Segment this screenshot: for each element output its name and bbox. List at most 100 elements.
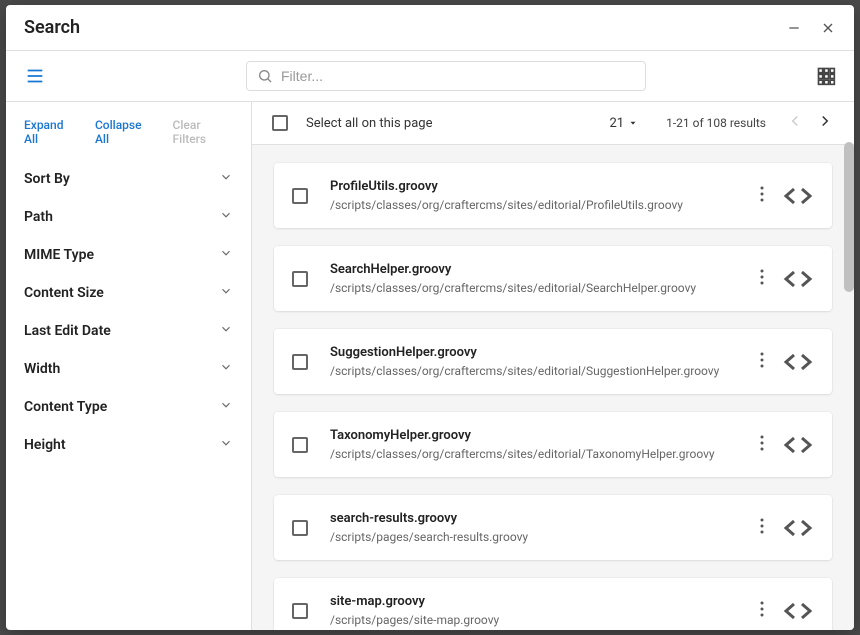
- toolbar: [6, 51, 854, 102]
- code-icon: [782, 518, 814, 538]
- code-view-button[interactable]: [782, 352, 814, 372]
- grid-icon: [816, 66, 836, 86]
- result-text: site-map.groovy /scripts/pages/site-map.…: [330, 594, 748, 627]
- result-actions: [760, 269, 814, 289]
- result-text: search-results.groovy /scripts/pages/sea…: [330, 511, 748, 544]
- page-size-selector[interactable]: 21: [609, 116, 638, 131]
- code-view-button[interactable]: [782, 601, 814, 621]
- filter-content-size[interactable]: Content Size: [6, 274, 251, 312]
- result-name: SuggestionHelper.groovy: [330, 345, 748, 360]
- code-icon: [782, 601, 814, 621]
- scrollbar[interactable]: [844, 142, 854, 292]
- filter-box[interactable]: [246, 61, 646, 91]
- chevron-down-icon: [219, 398, 233, 416]
- result-name: TaxonomyHelper.groovy: [330, 428, 748, 443]
- chevron-right-icon: [816, 112, 834, 130]
- kebab-icon: [760, 435, 764, 451]
- filter-path[interactable]: Path: [6, 198, 251, 236]
- dialog-body: Expand All Collapse All Clear Filters So…: [6, 102, 854, 630]
- main-panel: Select all on this page 21 1-21 of 108 r…: [252, 102, 854, 630]
- sidebar: Expand All Collapse All Clear Filters So…: [6, 102, 252, 630]
- code-view-button[interactable]: [782, 186, 814, 206]
- results-header: Select all on this page 21 1-21 of 108 r…: [252, 102, 854, 145]
- caret-down-icon: [628, 118, 638, 128]
- filter-height[interactable]: Height: [6, 426, 251, 464]
- filter-label: Path: [24, 209, 53, 225]
- result-path: /scripts/pages/search-results.groovy: [330, 530, 748, 544]
- result-path: /scripts/classes/org/craftercms/sites/ed…: [330, 364, 748, 378]
- menu-button[interactable]: [24, 65, 46, 87]
- kebab-icon: [760, 352, 764, 368]
- kebab-icon: [760, 601, 764, 617]
- code-icon: [782, 186, 814, 206]
- more-actions-button[interactable]: [760, 186, 764, 206]
- kebab-icon: [760, 186, 764, 202]
- collapse-all-link[interactable]: Collapse All: [95, 118, 155, 146]
- kebab-icon: [760, 269, 764, 285]
- result-text: TaxonomyHelper.groovy /scripts/classes/o…: [330, 428, 748, 461]
- more-actions-button[interactable]: [760, 601, 764, 621]
- more-actions-button[interactable]: [760, 269, 764, 289]
- select-all-checkbox[interactable]: [272, 115, 288, 131]
- result-name: search-results.groovy: [330, 511, 748, 526]
- result-item[interactable]: TaxonomyHelper.groovy /scripts/classes/o…: [274, 412, 832, 477]
- kebab-icon: [760, 518, 764, 534]
- result-text: SuggestionHelper.groovy /scripts/classes…: [330, 345, 748, 378]
- grid-view-button[interactable]: [816, 66, 836, 86]
- filter-input[interactable]: [281, 68, 635, 84]
- search-dialog: Search Expand All Collapse All Clear: [6, 5, 854, 630]
- code-view-button[interactable]: [782, 269, 814, 289]
- result-path: /scripts/classes/org/craftercms/sites/ed…: [330, 281, 748, 295]
- more-actions-button[interactable]: [760, 352, 764, 372]
- filter-last-edit-date[interactable]: Last Edit Date: [6, 312, 251, 350]
- result-path: /scripts/pages/site-map.groovy: [330, 613, 748, 627]
- result-checkbox[interactable]: [292, 188, 308, 204]
- prev-page-button: [786, 112, 804, 134]
- sidebar-actions: Expand All Collapse All Clear Filters: [6, 114, 251, 160]
- result-actions: [760, 186, 814, 206]
- result-checkbox[interactable]: [292, 437, 308, 453]
- results-count: 1-21 of 108 results: [666, 116, 766, 130]
- filter-label: Height: [24, 437, 66, 453]
- result-path: /scripts/classes/org/craftercms/sites/ed…: [330, 198, 748, 212]
- result-text: SearchHelper.groovy /scripts/classes/org…: [330, 262, 748, 295]
- close-icon: [820, 20, 836, 36]
- result-checkbox[interactable]: [292, 520, 308, 536]
- filter-sort-by[interactable]: Sort By: [6, 160, 251, 198]
- result-item[interactable]: SuggestionHelper.groovy /scripts/classes…: [274, 329, 832, 394]
- result-item[interactable]: SearchHelper.groovy /scripts/classes/org…: [274, 246, 832, 311]
- filter-content-type[interactable]: Content Type: [6, 388, 251, 426]
- result-text: ProfileUtils.groovy /scripts/classes/org…: [330, 179, 748, 212]
- minimize-icon: [786, 20, 802, 36]
- result-actions: [760, 435, 814, 455]
- result-checkbox[interactable]: [292, 271, 308, 287]
- pagination-nav: [786, 112, 834, 134]
- close-button[interactable]: [820, 20, 836, 36]
- code-icon: [782, 435, 814, 455]
- chevron-down-icon: [219, 284, 233, 302]
- code-view-button[interactable]: [782, 518, 814, 538]
- chevron-down-icon: [219, 360, 233, 378]
- next-page-button[interactable]: [816, 112, 834, 134]
- result-item[interactable]: search-results.groovy /scripts/pages/sea…: [274, 495, 832, 560]
- hamburger-icon: [24, 65, 46, 87]
- code-view-button[interactable]: [782, 435, 814, 455]
- expand-all-link[interactable]: Expand All: [24, 118, 77, 146]
- more-actions-button[interactable]: [760, 518, 764, 538]
- minimize-button[interactable]: [786, 20, 802, 36]
- result-actions: [760, 601, 814, 621]
- dialog-header: Search: [6, 5, 854, 51]
- results-list[interactable]: ProfileUtils.groovy /scripts/classes/org…: [252, 145, 854, 630]
- filter-label: Content Size: [24, 285, 104, 301]
- filter-width[interactable]: Width: [6, 350, 251, 388]
- chevron-down-icon: [219, 246, 233, 264]
- result-item[interactable]: site-map.groovy /scripts/pages/site-map.…: [274, 578, 832, 630]
- dialog-header-actions: [786, 20, 836, 36]
- more-actions-button[interactable]: [760, 435, 764, 455]
- result-checkbox[interactable]: [292, 354, 308, 370]
- result-checkbox[interactable]: [292, 603, 308, 619]
- dialog-title: Search: [24, 17, 80, 38]
- result-actions: [760, 518, 814, 538]
- result-item[interactable]: ProfileUtils.groovy /scripts/classes/org…: [274, 163, 832, 228]
- filter-mime-type[interactable]: MIME Type: [6, 236, 251, 274]
